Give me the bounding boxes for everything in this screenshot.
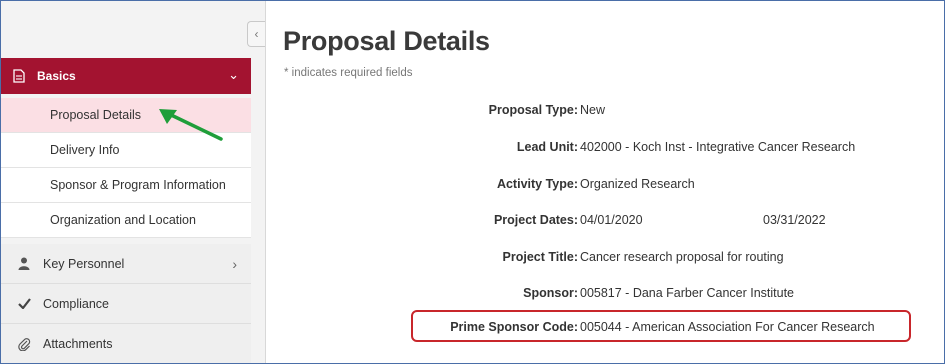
sidebar-item-attachments[interactable]: Attachments [1,324,251,363]
paperclip-icon [17,337,31,351]
field-lead-unit: Lead Unit: 402000 - Koch Inst - Integrat… [266,140,926,160]
sidebar-item-label: Organization and Location [50,213,196,227]
field-value: 005817 - Dana Farber Cancer Institute [580,286,795,300]
field-label: Lead Unit: [516,140,578,154]
sidebar-item-label: Proposal Details [50,108,142,122]
field-value-start-date: 04/01/2020 [580,213,643,227]
field-project-title: Project Title: Cancer research proposal … [266,250,926,270]
sidebar: ‹ Basics ⌄ Proposal Details Delivery Inf… [1,1,266,363]
sidebar-item-sponsor-program[interactable]: Sponsor & Program Information [1,168,251,203]
field-value: Organized Research [580,177,695,191]
field-label: Proposal Type: [488,103,578,117]
sidebar-section-label: Basics [37,69,76,83]
sidebar-item-label: Attachments [43,336,113,351]
main-content: Proposal Details * indicates required fi… [266,1,944,363]
field-value: Cancer research proposal for routing [580,250,784,264]
chevron-down-icon: ⌄ [228,67,239,82]
sidebar-item-label: Compliance [43,296,110,311]
field-value-end-date: 03/31/2022 [763,213,826,227]
field-proposal-type: Proposal Type: New [266,103,926,123]
app-window: ‹ Basics ⌄ Proposal Details Delivery Inf… [0,0,945,364]
document-icon [13,69,25,83]
page-title: Proposal Details [283,26,490,56]
person-icon [17,257,31,270]
sidebar-item-label: Delivery Info [50,143,120,157]
field-label: Sponsor: [523,286,578,300]
sidebar-item-compliance[interactable]: Compliance [1,284,251,324]
field-project-dates: Project Dates: 04/01/2020 03/31/2022 [266,213,926,233]
field-sponsor: Sponsor: 005817 - Dana Farber Cancer Ins… [266,286,926,306]
chevron-right-icon: › [232,255,237,272]
annotation-highlight-box [411,310,911,342]
field-activity-type: Activity Type: Organized Research [266,177,926,197]
sidebar-item-label: Key Personnel [43,256,125,271]
collapse-sidebar-button[interactable]: ‹ [247,21,265,47]
field-value: New [580,103,606,117]
sidebar-section-basics[interactable]: Basics ⌄ [1,58,251,94]
sidebar-item-organization-location[interactable]: Organization and Location [1,203,251,238]
field-value: 402000 - Koch Inst - Integrative Cancer … [580,140,856,154]
field-label: Project Title: [502,250,578,264]
checkmark-icon [17,298,31,309]
annotation-arrow-icon [159,109,223,141]
field-label: Project Dates: [493,213,578,227]
sidebar-nav: Key Personnel › Compliance Attachments [1,244,251,363]
field-label: Activity Type: [496,177,578,191]
required-fields-note: * indicates required fields [284,67,413,79]
sidebar-item-key-personnel[interactable]: Key Personnel › [1,244,251,284]
sidebar-item-label: Sponsor & Program Information [50,178,226,192]
